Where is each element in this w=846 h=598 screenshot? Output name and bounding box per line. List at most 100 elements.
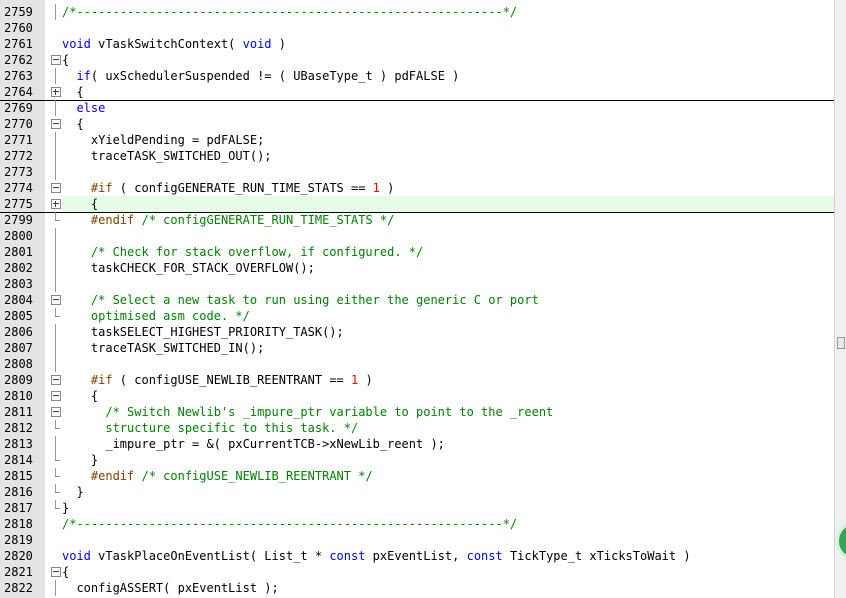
code-text[interactable] — [62, 356, 834, 372]
line-number: 2799 — [4, 213, 33, 227]
code-line[interactable]: 2806 taskSELECT_HIGHEST_PRIORITY_TASK(); — [0, 324, 834, 340]
code-text[interactable]: #endif /* configUSE_NEWLIB_REENTRANT */ — [62, 468, 834, 484]
code-line[interactable]: 2813 _impure_ptr = &( pxCurrentTCB->xNew… — [0, 436, 834, 452]
code-line[interactable]: 2812 structure specific to this task. */ — [0, 420, 834, 436]
line-number: 2820 — [4, 549, 33, 563]
code-text[interactable] — [62, 532, 834, 548]
code-line[interactable]: 2811 /* Switch Newlib's _impure_ptr vari… — [0, 404, 834, 420]
code-line[interactable]: 2817} — [0, 500, 834, 516]
code-line[interactable]: 2807 traceTASK_SWITCHED_IN(); — [0, 340, 834, 356]
code-text[interactable]: /* Select a new task to run using either… — [62, 292, 834, 308]
code-text[interactable] — [62, 276, 834, 292]
code-text[interactable]: if( uxSchedulerSuspended != ( UBaseType_… — [62, 68, 834, 84]
code-text[interactable]: /*--------------------------------------… — [62, 516, 834, 532]
code-text[interactable]: } — [62, 452, 834, 468]
code-line[interactable]: 2759 /*----------------------------------… — [0, 4, 834, 20]
code-line[interactable]: 2805 optimised asm code. */ — [0, 308, 834, 324]
code-line[interactable]: 2818 /*----------------------------------… — [0, 516, 834, 532]
code-line[interactable]: 2819 — [0, 532, 834, 548]
code-text[interactable]: #if ( configGENERATE_RUN_TIME_STATS == 1… — [62, 180, 834, 196]
fold-collapse-icon[interactable] — [50, 116, 62, 132]
code-line[interactable]: 2761 void vTaskSwitchContext( void ) — [0, 36, 834, 52]
code-text[interactable] — [62, 164, 834, 180]
fold-collapse-icon[interactable] — [50, 404, 62, 420]
code-line[interactable]: 2802 taskCHECK_FOR_STACK_OVERFLOW(); — [0, 260, 834, 276]
code-line[interactable]: 2774 #if ( configGENERATE_RUN_TIME_STATS… — [0, 180, 834, 196]
code-line[interactable]: 2815 #endif /* configUSE_NEWLIB_REENTRAN… — [0, 468, 834, 484]
fold-collapse-icon[interactable] — [50, 180, 62, 196]
line-number: 2808 — [4, 357, 33, 371]
code-text[interactable]: /*--------------------------------------… — [62, 4, 834, 20]
code-line[interactable]: 2820 void vTaskPlaceOnEventList( List_t *… — [0, 548, 834, 564]
code-text[interactable]: { — [62, 388, 834, 404]
code-line[interactable]: 2773 — [0, 164, 834, 180]
code-line[interactable]: 2810 { — [0, 388, 834, 404]
code-line[interactable]: 2801 /* Check for stack overflow, if con… — [0, 244, 834, 260]
code-line[interactable]: 2808 — [0, 356, 834, 372]
code-line[interactable]: 2772 traceTASK_SWITCHED_OUT(); — [0, 148, 834, 164]
code-token: { — [62, 197, 99, 211]
code-line[interactable]: 2822 configASSERT( pxEventList ); — [0, 580, 834, 596]
scrollbar-thumb[interactable] — [837, 337, 845, 349]
code-text[interactable]: { — [62, 564, 834, 580]
code-line[interactable]: 2760 — [0, 20, 834, 36]
code-line[interactable]: 2821 { — [0, 564, 834, 580]
code-line[interactable]: 2814 } — [0, 452, 834, 468]
code-text[interactable]: optimised asm code. */ — [62, 308, 834, 324]
code-line[interactable]: 2763 if( uxSchedulerSuspended != ( UBase… — [0, 68, 834, 84]
code-line[interactable]: 2775 { — [0, 196, 834, 213]
code-editor[interactable]: 2759 /*----------------------------------… — [0, 0, 834, 598]
fold-collapse-icon[interactable] — [50, 372, 62, 388]
code-text[interactable]: structure specific to this task. */ — [62, 420, 834, 436]
code-text[interactable]: } — [62, 500, 834, 516]
code-text[interactable]: configASSERT( pxEventList ); — [62, 580, 834, 596]
code-text[interactable]: { — [62, 84, 834, 100]
code-line[interactable]: 2809 #if ( configUSE_NEWLIB_REENTRANT ==… — [0, 372, 834, 388]
code-text[interactable]: xYieldPending = pdFALSE; — [62, 132, 834, 148]
code-line[interactable]: 2771 xYieldPending = pdFALSE; — [0, 132, 834, 148]
code-line[interactable]: 2799 #endif /* configGENERATE_RUN_TIME_S… — [0, 212, 834, 228]
fold-expand-icon[interactable] — [50, 196, 62, 212]
code-line[interactable]: 2764 { — [0, 84, 834, 101]
code-text[interactable]: void vTaskSwitchContext( void ) — [62, 36, 834, 52]
line-number: 2771 — [4, 133, 33, 147]
code-line[interactable]: 2770 { — [0, 116, 834, 132]
line-number: 2813 — [4, 437, 33, 451]
code-text[interactable]: { — [62, 116, 834, 132]
line-number: 2804 — [4, 293, 33, 307]
code-token: TickType_t xTicksToWait ) — [502, 549, 691, 563]
code-text[interactable]: { — [62, 52, 834, 68]
fold-guide — [50, 276, 62, 292]
code-text[interactable]: traceTASK_SWITCHED_OUT(); — [62, 148, 834, 164]
code-line[interactable]: 2800 — [0, 228, 834, 244]
code-text[interactable]: _impure_ptr = &( pxCurrentTCB->xNewLib_r… — [62, 436, 834, 452]
code-text[interactable] — [62, 228, 834, 244]
code-text[interactable]: /* Switch Newlib's _impure_ptr variable … — [62, 404, 834, 420]
code-text[interactable] — [62, 20, 834, 36]
fold-collapse-icon[interactable] — [50, 388, 62, 404]
line-number: 2818 — [4, 517, 33, 531]
fold-expand-icon[interactable] — [50, 84, 62, 100]
code-token: /* Check for stack overflow, if configur… — [62, 245, 424, 259]
vertical-scrollbar[interactable] — [834, 0, 846, 598]
code-token: const — [329, 549, 366, 563]
code-text[interactable]: taskSELECT_HIGHEST_PRIORITY_TASK(); — [62, 324, 834, 340]
fold-collapse-icon[interactable] — [50, 52, 62, 68]
fold-collapse-icon[interactable] — [50, 292, 62, 308]
code-text[interactable]: taskCHECK_FOR_STACK_OVERFLOW(); — [62, 260, 834, 276]
code-line[interactable]: 2816 } — [0, 484, 834, 500]
code-text[interactable]: { — [62, 196, 834, 212]
code-text[interactable]: #if ( configUSE_NEWLIB_REENTRANT == 1 ) — [62, 372, 834, 388]
code-text[interactable]: void vTaskPlaceOnEventList( List_t * con… — [62, 548, 834, 564]
code-line[interactable]: 2804 /* Select a new task to run using e… — [0, 292, 834, 308]
code-line[interactable]: 2769 else — [0, 100, 834, 116]
fold-guide — [50, 68, 62, 84]
code-line[interactable]: 2762 { — [0, 52, 834, 68]
code-text[interactable]: /* Check for stack overflow, if configur… — [62, 244, 834, 260]
code-text[interactable]: else — [62, 100, 834, 116]
code-text[interactable]: traceTASK_SWITCHED_IN(); — [62, 340, 834, 356]
code-line[interactable]: 2803 — [0, 276, 834, 292]
fold-collapse-icon[interactable] — [50, 564, 62, 580]
code-text[interactable]: } — [62, 484, 834, 500]
code-text[interactable]: #endif /* configGENERATE_RUN_TIME_STATS … — [62, 212, 834, 228]
